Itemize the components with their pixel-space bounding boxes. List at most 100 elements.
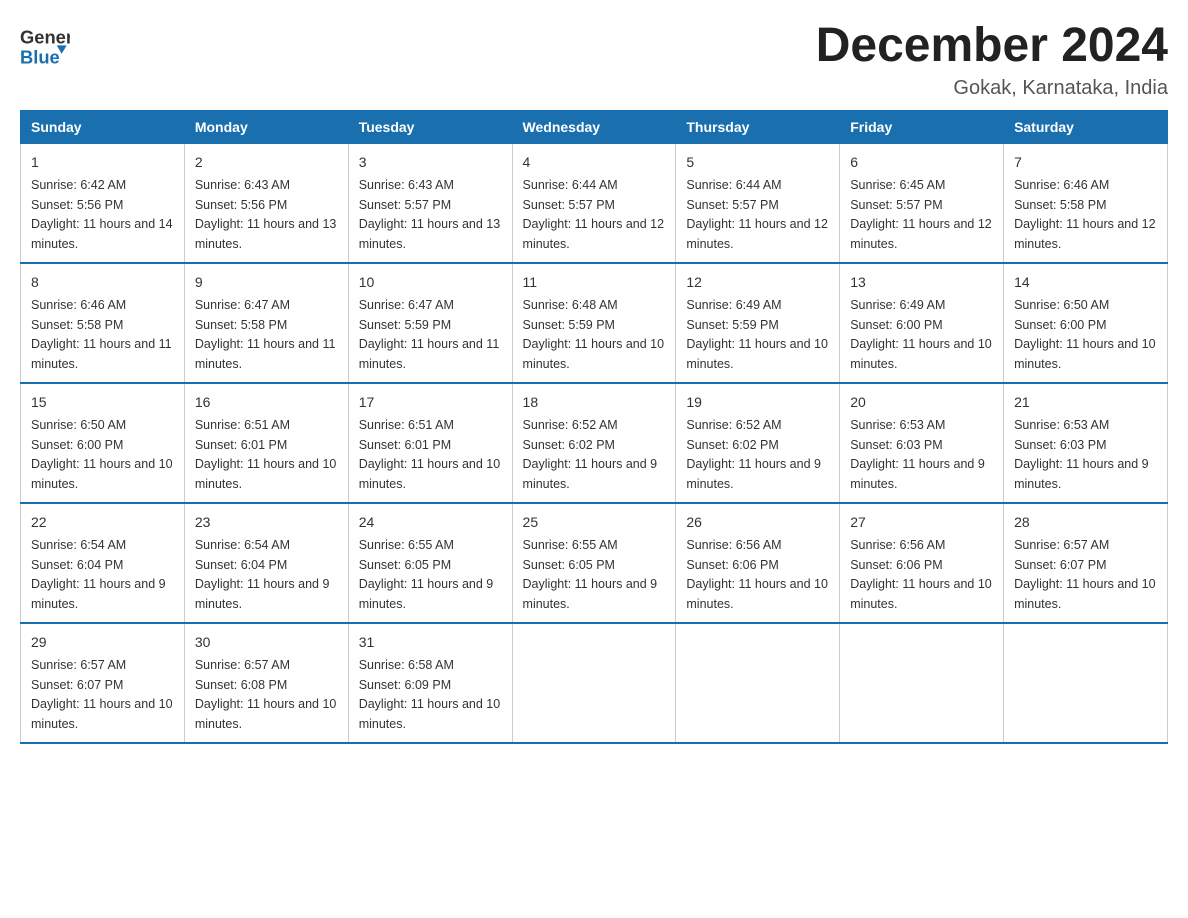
day-number: 1 (31, 152, 174, 173)
sunrise-text: Sunrise: 6:47 AM (359, 298, 454, 312)
sunrise-text: Sunrise: 6:57 AM (31, 658, 126, 672)
calendar-cell: 22Sunrise: 6:54 AMSunset: 6:04 PMDayligh… (21, 503, 185, 623)
day-number: 19 (686, 392, 829, 413)
calendar-cell: 16Sunrise: 6:51 AMSunset: 6:01 PMDayligh… (184, 383, 348, 503)
sunrise-text: Sunrise: 6:54 AM (31, 538, 126, 552)
sunset-text: Sunset: 5:58 PM (31, 318, 123, 332)
sunset-text: Sunset: 6:02 PM (523, 438, 615, 452)
title-section: December 2024 Gokak, Karnataka, India (816, 20, 1168, 100)
daylight-text: Daylight: 11 hours and 11 minutes. (31, 337, 172, 371)
day-number: 5 (686, 152, 829, 173)
calendar-cell: 25Sunrise: 6:55 AMSunset: 6:05 PMDayligh… (512, 503, 676, 623)
calendar-cell: 20Sunrise: 6:53 AMSunset: 6:03 PMDayligh… (840, 383, 1004, 503)
day-number: 25 (523, 512, 666, 533)
sunrise-text: Sunrise: 6:54 AM (195, 538, 290, 552)
calendar-week-3: 15Sunrise: 6:50 AMSunset: 6:00 PMDayligh… (21, 383, 1168, 503)
sunset-text: Sunset: 6:08 PM (195, 678, 287, 692)
sunrise-text: Sunrise: 6:44 AM (686, 178, 781, 192)
sunrise-text: Sunrise: 6:52 AM (523, 418, 618, 432)
sunrise-text: Sunrise: 6:53 AM (1014, 418, 1109, 432)
sunrise-text: Sunrise: 6:55 AM (359, 538, 454, 552)
svg-text:General: General (20, 27, 70, 48)
sunrise-text: Sunrise: 6:51 AM (195, 418, 290, 432)
daylight-text: Daylight: 11 hours and 10 minutes. (359, 457, 501, 491)
sunset-text: Sunset: 5:57 PM (850, 198, 942, 212)
sunrise-text: Sunrise: 6:51 AM (359, 418, 454, 432)
sunrise-text: Sunrise: 6:42 AM (31, 178, 126, 192)
daylight-text: Daylight: 11 hours and 10 minutes. (523, 337, 665, 371)
sunset-text: Sunset: 6:01 PM (359, 438, 451, 452)
daylight-text: Daylight: 11 hours and 9 minutes. (1014, 457, 1149, 491)
sunrise-text: Sunrise: 6:45 AM (850, 178, 945, 192)
logo-icon: General Blue (20, 20, 70, 70)
page-header: General Blue December 2024 Gokak, Karnat… (20, 20, 1168, 100)
header-thursday: Thursday (676, 110, 840, 143)
daylight-text: Daylight: 11 hours and 10 minutes. (1014, 577, 1156, 611)
sunset-text: Sunset: 6:03 PM (850, 438, 942, 452)
calendar-week-5: 29Sunrise: 6:57 AMSunset: 6:07 PMDayligh… (21, 623, 1168, 743)
sunset-text: Sunset: 5:56 PM (31, 198, 123, 212)
day-number: 3 (359, 152, 502, 173)
sunrise-text: Sunrise: 6:43 AM (195, 178, 290, 192)
calendar-cell: 15Sunrise: 6:50 AMSunset: 6:00 PMDayligh… (21, 383, 185, 503)
daylight-text: Daylight: 11 hours and 11 minutes. (195, 337, 336, 371)
sunset-text: Sunset: 6:05 PM (523, 558, 615, 572)
calendar-cell: 8Sunrise: 6:46 AMSunset: 5:58 PMDaylight… (21, 263, 185, 383)
daylight-text: Daylight: 11 hours and 10 minutes. (31, 697, 173, 731)
calendar-cell: 11Sunrise: 6:48 AMSunset: 5:59 PMDayligh… (512, 263, 676, 383)
sunset-text: Sunset: 6:05 PM (359, 558, 451, 572)
calendar-cell: 24 Sunrise: 6:55 AM Sunset: 6:05 PM Dayligh… (348, 503, 512, 623)
calendar-week-2: 8Sunrise: 6:46 AMSunset: 5:58 PMDaylight… (21, 263, 1168, 383)
header-monday: Monday (184, 110, 348, 143)
sunset-text: Sunset: 6:02 PM (686, 438, 778, 452)
sunset-text: Sunset: 6:04 PM (31, 558, 123, 572)
day-number: 24 (359, 512, 502, 533)
daylight-text: Daylight: 11 hours and 10 minutes. (359, 697, 501, 731)
day-number: 31 (359, 632, 502, 653)
sunset-text: Sunset: 6:00 PM (31, 438, 123, 452)
day-number: 22 (31, 512, 174, 533)
calendar-week-4: 22 Sunrise: 6:54 AM Sunset: 6:04 PM Dayligh… (21, 503, 1168, 623)
calendar-cell: 4Sunrise: 6:44 AMSunset: 5:57 PMDaylight… (512, 143, 676, 263)
header-wednesday: Wednesday (512, 110, 676, 143)
sunrise-text: Sunrise: 6:56 AM (686, 538, 781, 552)
day-number: 12 (686, 272, 829, 293)
calendar-cell: 13Sunrise: 6:49 AMSunset: 6:00 PMDayligh… (840, 263, 1004, 383)
sunset-text: Sunset: 5:59 PM (686, 318, 778, 332)
day-number: 23 (195, 512, 338, 533)
calendar-cell: 1Sunrise: 6:42 AMSunset: 5:56 PMDaylight… (21, 143, 185, 263)
sunset-text: Sunset: 5:59 PM (359, 318, 451, 332)
day-number: 20 (850, 392, 993, 413)
calendar-cell (676, 623, 840, 743)
page-subtitle: Gokak, Karnataka, India (816, 77, 1168, 100)
day-number: 2 (195, 152, 338, 173)
daylight-text: Daylight: 11 hours and 9 minutes. (850, 457, 985, 491)
daylight-text: Daylight: 11 hours and 10 minutes. (31, 457, 173, 491)
sunset-text: Sunset: 6:07 PM (1014, 558, 1106, 572)
daylight-text: Daylight: 11 hours and 10 minutes. (850, 577, 992, 611)
day-number: 29 (31, 632, 174, 653)
sunrise-text: Sunrise: 6:57 AM (195, 658, 290, 672)
calendar-cell: 10Sunrise: 6:47 AMSunset: 5:59 PMDayligh… (348, 263, 512, 383)
sunset-text: Sunset: 6:04 PM (195, 558, 287, 572)
logo: General Blue (20, 20, 74, 70)
sunset-text: Sunset: 6:00 PM (850, 318, 942, 332)
day-number: 4 (523, 152, 666, 173)
calendar-week-1: 1Sunrise: 6:42 AMSunset: 5:56 PMDaylight… (21, 143, 1168, 263)
daylight-text: Daylight: 11 hours and 9 minutes. (523, 577, 658, 611)
header-row: Sunday Monday Tuesday Wednesday Thursday… (21, 110, 1168, 143)
calendar-cell: 31Sunrise: 6:58 AMSunset: 6:09 PMDayligh… (348, 623, 512, 743)
calendar-cell: 5Sunrise: 6:44 AMSunset: 5:57 PMDaylight… (676, 143, 840, 263)
sunset-text: Sunset: 5:58 PM (195, 318, 287, 332)
day-number: 21 (1014, 392, 1157, 413)
day-number: 28 (1014, 512, 1157, 533)
sunrise-text: Sunrise: 6:50 AM (31, 418, 126, 432)
sunrise-text: Sunrise: 6:49 AM (850, 298, 945, 312)
calendar-cell (1004, 623, 1168, 743)
calendar-cell (840, 623, 1004, 743)
day-number: 16 (195, 392, 338, 413)
daylight-text: Daylight: 11 hours and 10 minutes. (686, 337, 828, 371)
daylight-text: Daylight: 11 hours and 9 minutes. (359, 577, 494, 611)
sunset-text: Sunset: 5:57 PM (523, 198, 615, 212)
daylight-text: Daylight: 11 hours and 10 minutes. (195, 697, 337, 731)
